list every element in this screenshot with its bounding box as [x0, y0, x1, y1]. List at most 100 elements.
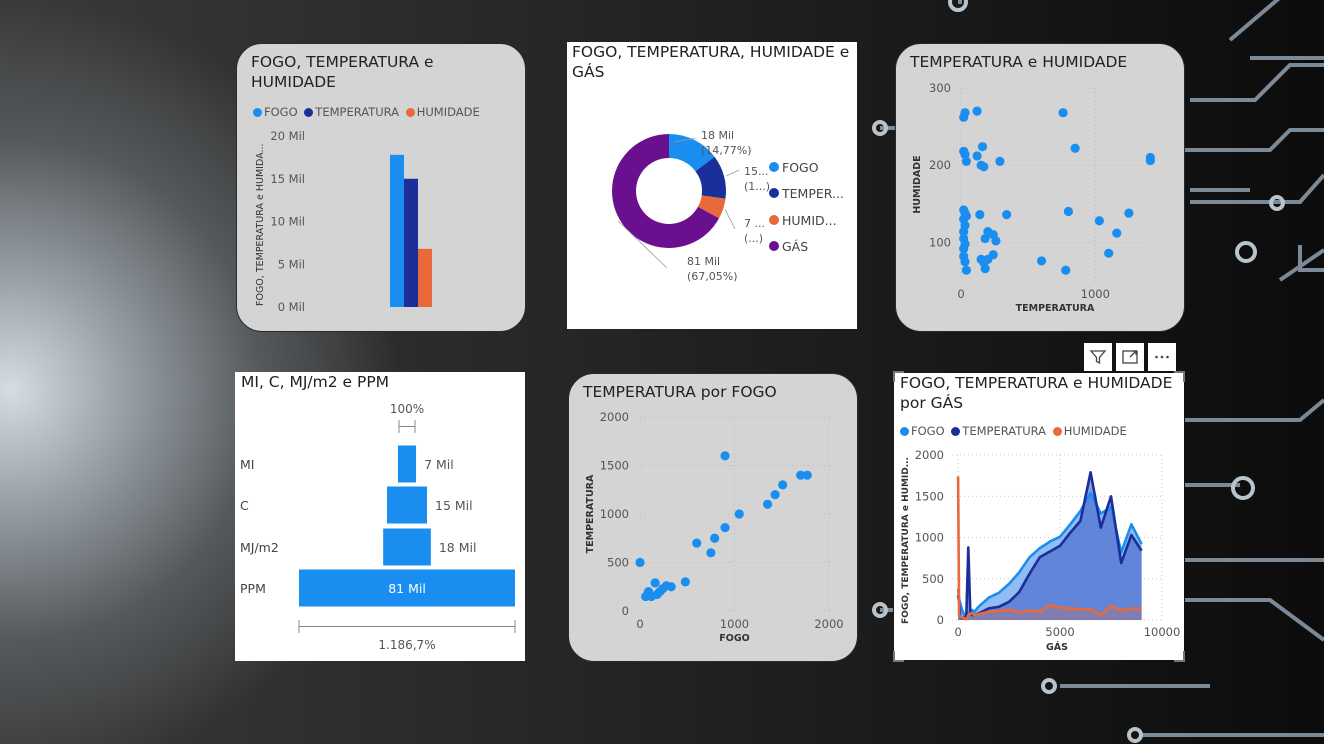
scatter-point [972, 151, 982, 161]
y-axis-label: FOGO, TEMPERATURA e HUMID... [901, 457, 911, 624]
funnel-bottom-bracket [298, 620, 516, 633]
scatter-point [710, 533, 720, 543]
y-tick-label: 1500 [915, 489, 944, 503]
legend-label: GÁS [782, 239, 808, 254]
funnel-chart-card[interactable]: MI, C, MJ/m2 e PPM 100% MI 7 Mil C 15 Mil MJ/… [235, 372, 525, 661]
resize-handle-top-right[interactable] [1174, 371, 1185, 382]
donut-chart-card[interactable]: FOGO, TEMPERATURA, HUMIDADE e GÁS 18 Mil… [567, 42, 857, 329]
funnel-value-label: 81 Mil [388, 581, 426, 596]
scatter-temp-hum-plot: 100 200 300 0 1000 TEMPERATURA HUMIDADE [912, 81, 1155, 314]
scatter-temp-hum-card[interactable]: TEMPERATURA e HUMIDADE 100 200 300 0 1000 TEM… [895, 43, 1185, 332]
y-tick-label: 200 [929, 158, 951, 172]
filter-icon[interactable] [1084, 343, 1112, 371]
scatter-point [1061, 265, 1071, 275]
scatter-point [980, 264, 990, 274]
funnel-top-bracket [398, 420, 416, 433]
legend-dot-icon [769, 188, 779, 198]
funnel-top-percent: 100% [390, 402, 424, 416]
area-chart-plot: 0 500 1000 1500 2000 0 5000 10000 GÁS FOGO, TEMPE… [901, 448, 1181, 653]
scatter-point [988, 250, 998, 260]
scatter-point [1145, 152, 1155, 163]
scatter-point [980, 233, 990, 244]
scatter-point [995, 156, 1005, 166]
y-tick-label: 0 Mil [278, 300, 305, 314]
scatter-point [720, 451, 730, 461]
y-tick-label: 10 Mil [270, 215, 305, 229]
legend-dot-icon [769, 162, 779, 172]
donut-data-label: 7 ... [744, 217, 765, 230]
scatter-point [991, 236, 1001, 246]
funnel-bar [387, 486, 427, 524]
scatter-point [1063, 206, 1074, 217]
more-options-icon[interactable] [1148, 343, 1176, 371]
scatter-point [977, 142, 988, 152]
area-chart-card[interactable]: FOGO, TEMPERATURA e HUMIDADE por GÁS FOG… [894, 373, 1184, 660]
y-tick-label: 15 Mil [270, 172, 305, 186]
scatter-point [650, 578, 660, 588]
x-axis-label: TEMPERATURA [1016, 303, 1095, 314]
funnel-value-label: 18 Mil [439, 540, 477, 555]
scatter-point [1112, 228, 1122, 238]
legend-dot-icon [769, 241, 779, 251]
x-axis-label: GÁS [1046, 641, 1068, 653]
legend-label: TEMPER... [781, 186, 844, 201]
funnel-category-label: MI [240, 457, 254, 472]
donut-data-label: 81 Mil [687, 255, 720, 268]
scatter-point [762, 499, 773, 509]
funnel-bar [397, 445, 417, 483]
y-axis-label: FOGO, TEMPERATURA e HUMIDA... [255, 143, 266, 306]
x-axis-label: FOGO [719, 633, 749, 644]
focus-mode-icon[interactable] [1116, 343, 1144, 371]
x-tick-label: 10000 [1144, 625, 1181, 639]
legend-label: FOGO [782, 160, 819, 175]
donut-data-label: (1...) [744, 180, 770, 193]
scatter-point [1058, 108, 1068, 118]
scatter-point [1070, 143, 1080, 153]
y-tick-label: 5 Mil [278, 257, 305, 271]
funnel-bottom-percent: 1.186,7% [378, 638, 435, 652]
scatter-point [1094, 216, 1104, 226]
resize-handle-top-left[interactable] [893, 371, 904, 382]
y-tick-label: 1000 [600, 507, 629, 521]
scatter-point [720, 522, 730, 533]
funnel-category-label: MJ/m2 [240, 540, 279, 555]
scatter-point [1002, 210, 1012, 220]
scatter-temp-fogo-plot: 0 500 1000 1500 2000 0 1000 2000 FOGO TEMPERATURA [585, 410, 844, 644]
bar-fogo [390, 154, 404, 307]
scatter-point [734, 509, 744, 519]
legend-label: HUMID... [782, 213, 837, 228]
y-tick-label: 500 [922, 572, 944, 586]
donut-data-label: (...) [744, 232, 763, 245]
donut-chart-plot: 18 Mil (14,77%) 15... (1...) 7 ... (...) 81 Mi… [612, 129, 844, 283]
scatter-point [706, 548, 716, 558]
y-tick-label: 300 [929, 81, 951, 95]
x-tick-label: 1000 [720, 617, 749, 631]
x-tick-label: 5000 [1045, 625, 1074, 639]
y-axis-label: TEMPERATURA [585, 474, 596, 553]
scatter-point [1036, 256, 1047, 266]
funnel-value-label: 7 Mil [424, 457, 454, 472]
donut-leader-line [725, 169, 740, 177]
visual-header-toolbar [1084, 343, 1176, 371]
scatter-point [692, 538, 702, 548]
scatter-point [635, 557, 645, 568]
y-tick-label: 0 [622, 604, 629, 618]
legend-dot-icon [769, 215, 779, 225]
y-tick-label: 0 [937, 613, 944, 627]
bar-chart-card[interactable]: FOGO, TEMPERATURA e HUMIDADE FOGO TEMPER… [236, 43, 526, 332]
scatter-point [979, 162, 989, 172]
resize-handle-bottom-left[interactable] [893, 651, 904, 662]
scatter-point [960, 257, 970, 267]
scatter-temp-fogo-card[interactable]: TEMPERATURA por FOGO 0 500 1000 1500 2000 0 10… [568, 373, 858, 662]
donut-leader-line [724, 209, 736, 230]
y-tick-label: 500 [607, 556, 629, 570]
bar-humidade [418, 248, 432, 307]
scatter-point [1104, 248, 1114, 258]
funnel-value-label: 15 Mil [435, 498, 473, 513]
donut-data-label: (14,77%) [701, 144, 752, 157]
funnel-bar [383, 528, 431, 566]
scatter-point [680, 577, 690, 587]
resize-handle-bottom-right[interactable] [1174, 651, 1185, 662]
x-tick-label: 1000 [1081, 287, 1110, 301]
scatter-point [972, 106, 982, 116]
